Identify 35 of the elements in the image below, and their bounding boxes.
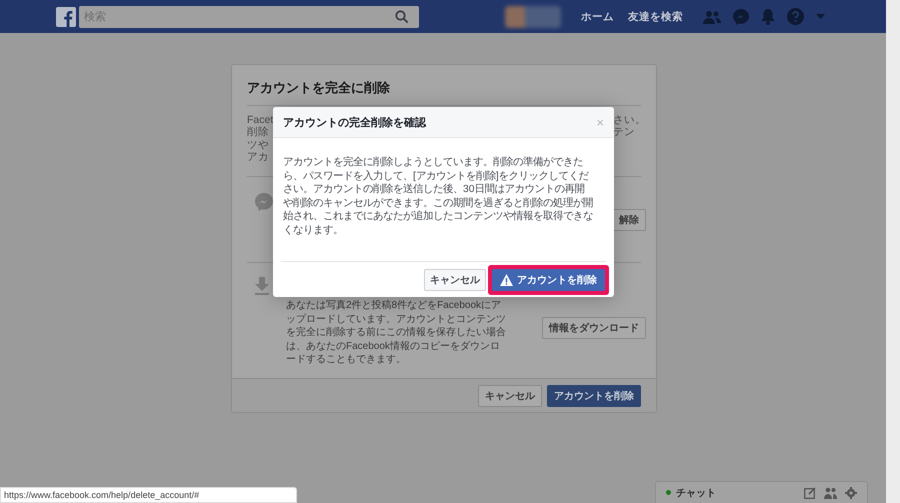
compose-icon[interactable] xyxy=(804,486,816,498)
status-url: https://www.facebook.com/help/delete_account/# xyxy=(0,487,297,503)
card-title: アカウントを完全に削除 xyxy=(247,79,390,97)
messenger-icon xyxy=(255,192,273,211)
chat-label: チャット xyxy=(676,486,716,500)
delete-account-button[interactable]: アカウントを削除 xyxy=(547,384,641,407)
people-icon[interactable] xyxy=(824,486,837,498)
description-fragment: さい。 xyxy=(613,114,646,126)
description-fragment: アカ xyxy=(247,151,269,164)
description-fragment: テン xyxy=(613,126,635,139)
description-fragment: ツや xyxy=(247,138,269,152)
cancel-button[interactable]: キャンセル xyxy=(478,384,542,407)
description-fragment: 削除 xyxy=(247,126,269,139)
dropdown-icon[interactable] xyxy=(816,14,825,19)
download-icon xyxy=(255,277,269,296)
messenger-icon[interactable] xyxy=(733,8,749,24)
nav-link[interactable]: 友達を検索 xyxy=(628,10,683,24)
friends-icon[interactable] xyxy=(703,10,721,24)
dialog-title: アカウントの完全削除を確認 xyxy=(283,116,426,130)
help-icon[interactable] xyxy=(787,8,804,25)
description-fragment: Facet xyxy=(247,114,274,126)
bell-icon[interactable] xyxy=(761,8,775,24)
delete-account-button[interactable]: アカウントを削除 xyxy=(492,268,605,290)
download-description: あなたは写真2件と投稿8件などをFacebookにアップロードしています。アカウントとコンテンツを完全に削除する前にこの情報を保存したい場合は、あなたのFacebook情報のコピーをダウンロードすることもできます。 xyxy=(286,299,507,367)
nav-link[interactable]: ホーム xyxy=(581,10,614,24)
deactivate-button[interactable]: 解除 xyxy=(612,208,646,231)
cancel-button[interactable]: キャンセル xyxy=(424,268,486,290)
dialog-message: アカウントを完全に削除しようとしています。削除の準備ができたら、パスワードを入力して、[アカウントを削除]をクリックしてください。アカウントの削除を送信した後、30日間はアカウントの再開や削除のキャンセルができます。この期間を過ぎると削除の処理が開始され、これまでにあなたが追加したコンテンツや情報を取得できなくなります。 xyxy=(282,155,594,238)
logo-icon[interactable] xyxy=(56,6,76,26)
download-button[interactable]: 情報をダウンロード xyxy=(542,317,646,340)
profile-avatar[interactable] xyxy=(505,6,561,28)
settings-icon[interactable] xyxy=(845,486,857,498)
scrollbar[interactable] xyxy=(886,0,900,503)
chat-bar[interactable]: チャット xyxy=(655,481,868,503)
warning-icon xyxy=(500,274,513,286)
